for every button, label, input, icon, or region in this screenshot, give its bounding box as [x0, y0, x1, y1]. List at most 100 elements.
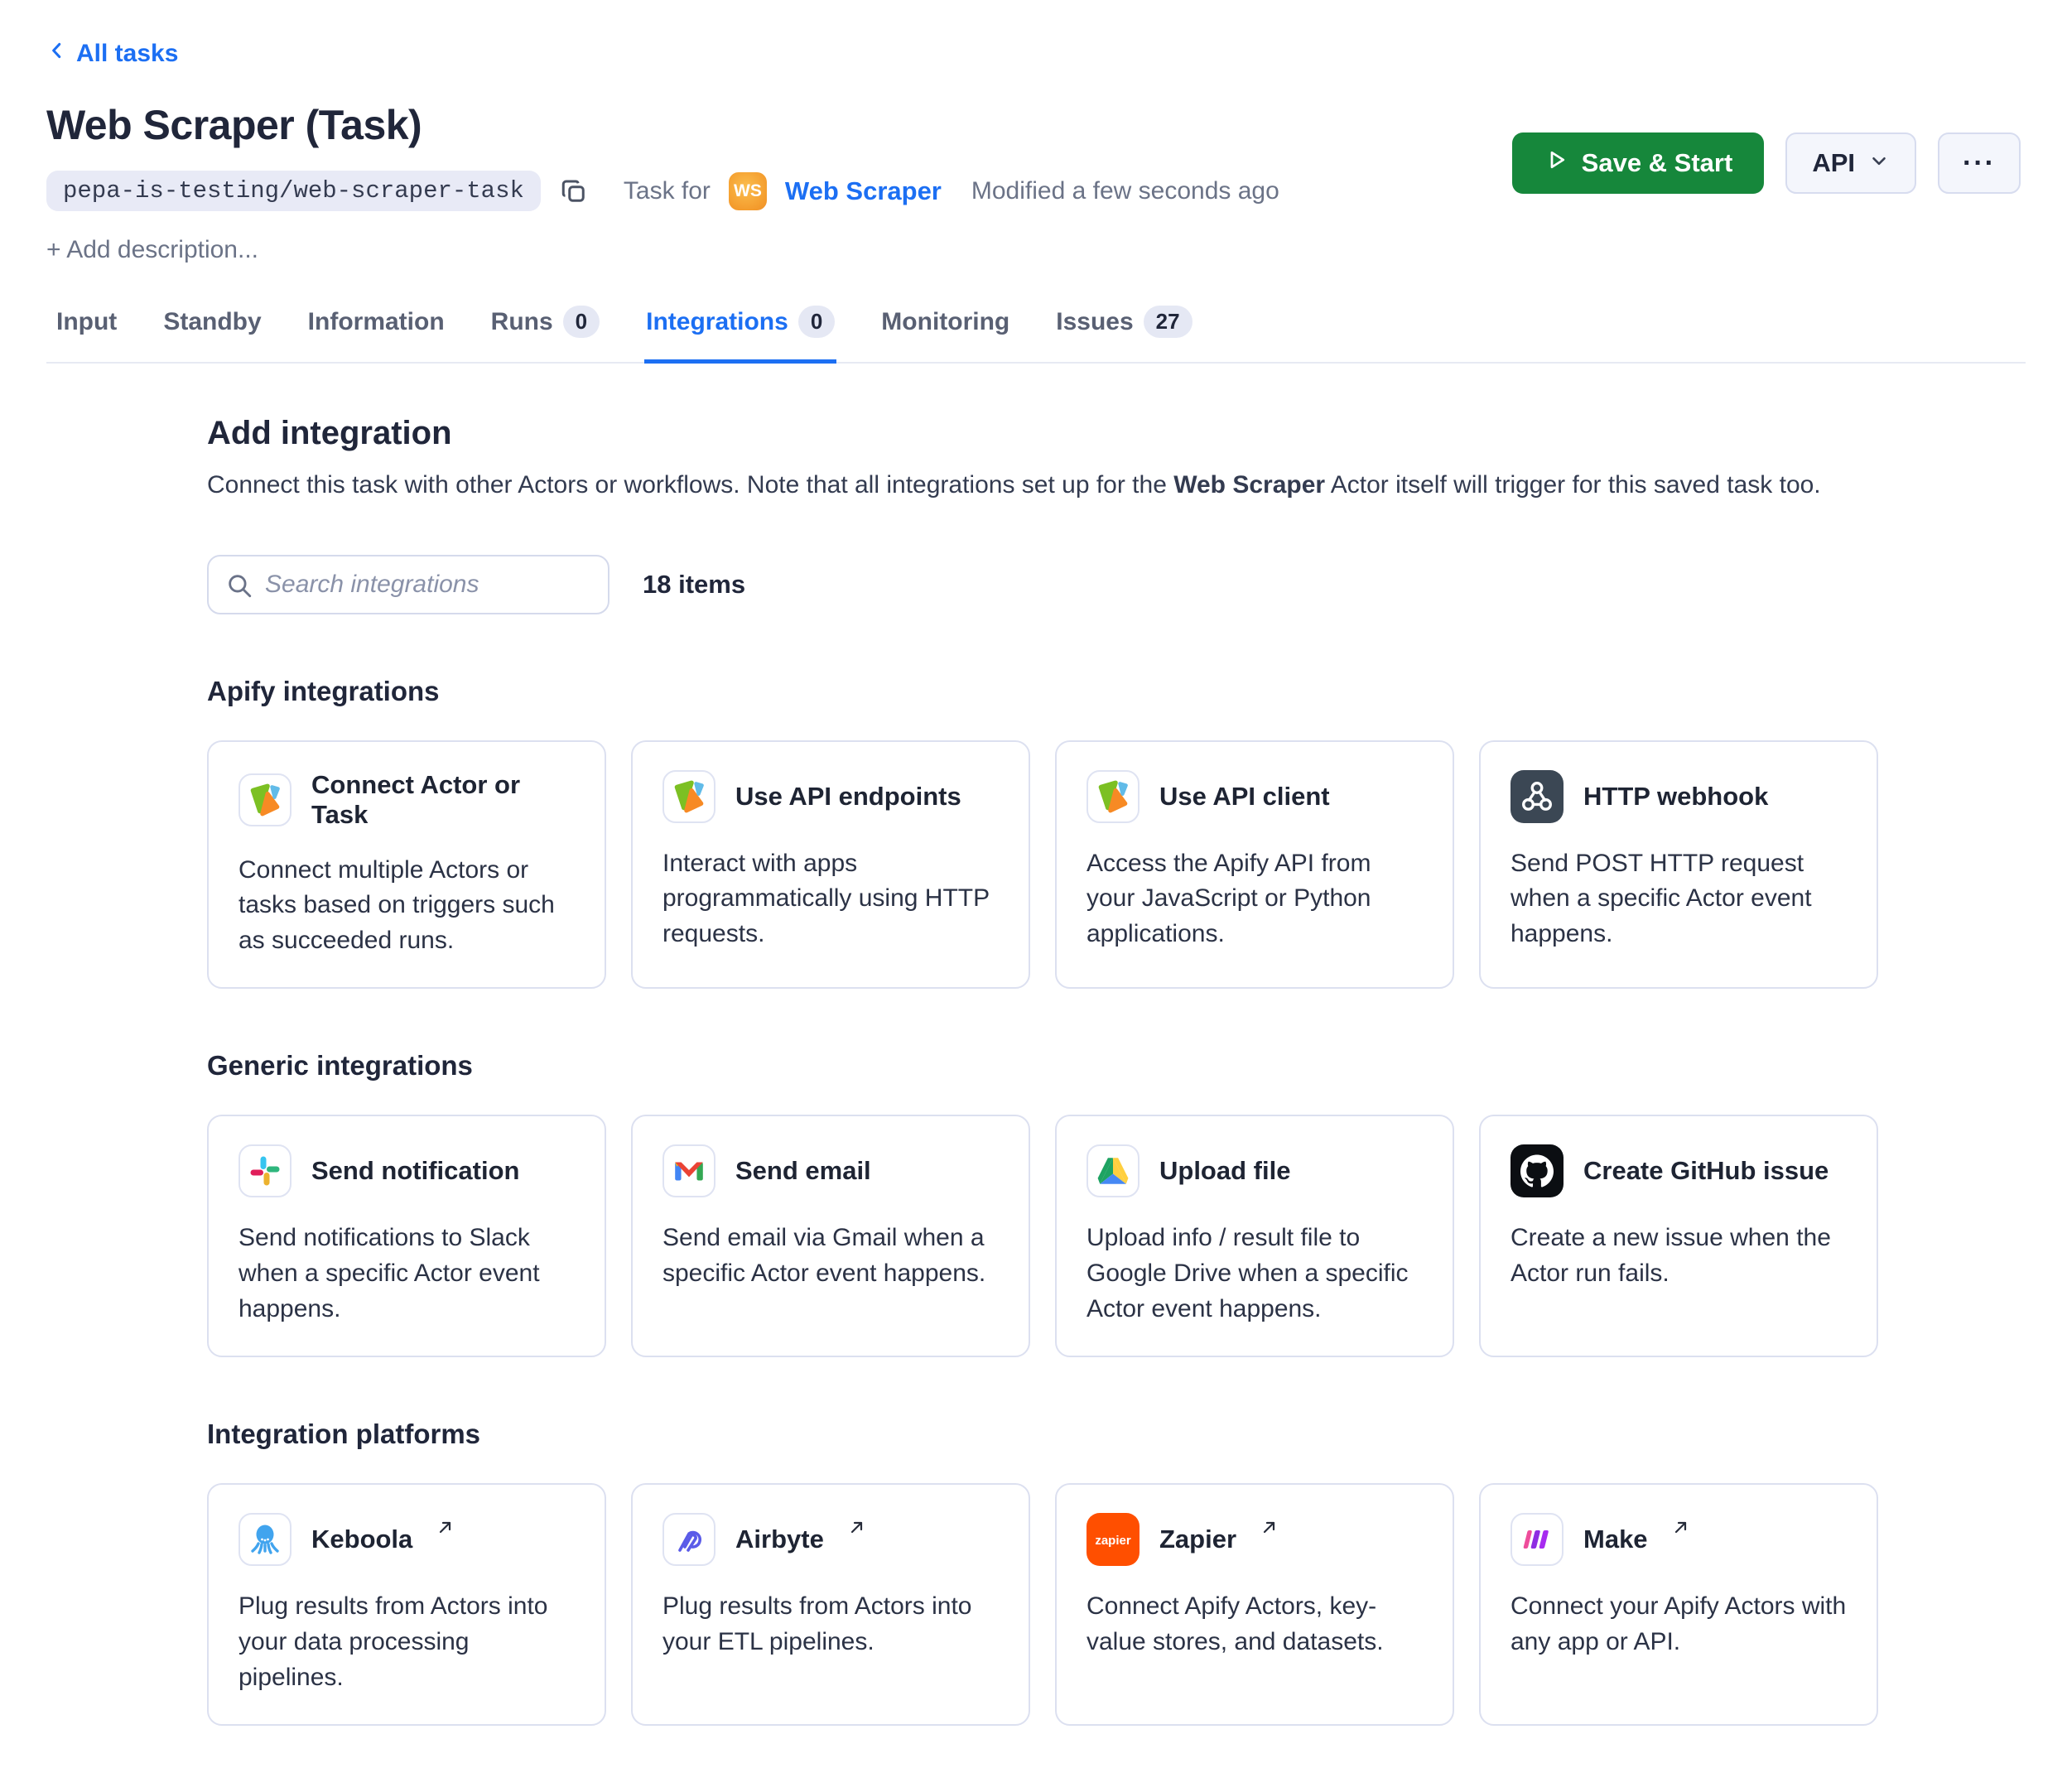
keboola-icon	[238, 1513, 292, 1566]
card-description: Plug results from Actors into your ETL p…	[662, 1589, 999, 1660]
integration-card[interactable]: Make Connect your Apify Actors with any …	[1479, 1483, 1878, 1726]
section-title: Apify integrations	[207, 676, 1878, 707]
chevron-left-icon	[46, 40, 68, 68]
api-label: API	[1812, 148, 1855, 178]
external-link-icon	[436, 1517, 455, 1541]
modified-timestamp: Modified a few seconds ago	[971, 177, 1279, 205]
integration-section: Apify integrations Connect Actor or Task…	[207, 676, 1878, 990]
integration-card[interactable]: Use API client Access the Apify API from…	[1055, 740, 1454, 990]
card-description: Plug results from Actors into your data …	[238, 1589, 575, 1696]
more-actions-button[interactable]: ···	[1938, 132, 2021, 194]
description-text: Actor itself will trigger for this saved…	[1325, 471, 1821, 499]
task-for-label: Task for	[624, 177, 711, 205]
tab-standby[interactable]: Standby	[161, 301, 263, 364]
add-integration-heading: Add integration	[207, 415, 1878, 452]
tab-issues[interactable]: Issues 27	[1054, 301, 1193, 364]
card-title: HTTP webhook	[1583, 782, 1768, 812]
card-grid: Send notification Send notifications to …	[207, 1115, 1878, 1357]
back-to-all-tasks-link[interactable]: All tasks	[46, 40, 178, 68]
card-title: Use API endpoints	[735, 782, 961, 812]
chevron-down-icon	[1868, 148, 1890, 178]
copy-icon[interactable]	[559, 176, 589, 206]
card-description: Connect Apify Actors, key-value stores, …	[1086, 1589, 1423, 1660]
svg-text:zapier: zapier	[1095, 1534, 1131, 1548]
integration-card[interactable]: Keboola Plug results from Actors into yo…	[207, 1483, 606, 1726]
task-path-badge: pepa-is-testing/web-scraper-task	[46, 171, 541, 211]
card-grid: Keboola Plug results from Actors into yo…	[207, 1483, 1878, 1726]
actor-badge-label: WS	[734, 181, 762, 201]
card-title: Create GitHub issue	[1583, 1156, 1828, 1186]
tab-integrations[interactable]: Integrations 0	[644, 301, 836, 364]
card-title: Make	[1583, 1525, 1648, 1554]
tab-information[interactable]: Information	[306, 301, 446, 364]
external-link-icon	[1260, 1517, 1279, 1541]
actor-ws-icon: WS	[729, 172, 767, 210]
tab-label: Information	[308, 308, 445, 336]
tab-count-badge: 0	[798, 306, 835, 338]
card-title: Use API client	[1159, 782, 1330, 812]
ellipsis-icon: ···	[1963, 147, 1996, 180]
description-bold-text: Web Scraper	[1173, 471, 1325, 499]
card-description: Connect your Apify Actors with any app o…	[1510, 1589, 1847, 1660]
card-description: Interact with apps programmatically usin…	[662, 846, 999, 953]
card-title: Keboola	[311, 1525, 412, 1554]
card-description: Create a new issue when the Actor run fa…	[1510, 1221, 1847, 1292]
api-dropdown-button[interactable]: API	[1785, 132, 1916, 194]
tab-label: Input	[56, 308, 117, 336]
integration-card[interactable]: Airbyte Plug results from Actors into yo…	[631, 1483, 1030, 1726]
external-link-icon	[1671, 1517, 1691, 1541]
card-description: Access the Apify API from your JavaScrip…	[1086, 846, 1423, 953]
section-title: Integration platforms	[207, 1419, 1878, 1450]
actor-link[interactable]: Web Scraper	[785, 176, 942, 206]
apify-icon	[238, 773, 292, 826]
integration-section: Generic integrations Send notification S…	[207, 1050, 1878, 1357]
card-title: Zapier	[1159, 1525, 1236, 1554]
card-description: Send POST HTTP request when a specific A…	[1510, 846, 1847, 953]
card-grid: Connect Actor or Task Connect multiple A…	[207, 740, 1878, 990]
tab-input[interactable]: Input	[55, 301, 118, 364]
integration-card[interactable]: Send notification Send notifications to …	[207, 1115, 606, 1357]
google-drive-icon	[1086, 1144, 1140, 1197]
card-description: Upload info / result file to Google Driv…	[1086, 1221, 1423, 1327]
integration-card[interactable]: Send email Send email via Gmail when a s…	[631, 1115, 1030, 1357]
search-integrations-input[interactable]	[207, 555, 610, 614]
tab-monitoring[interactable]: Monitoring	[879, 301, 1011, 364]
webhook-icon	[1510, 770, 1564, 823]
search-icon	[225, 571, 253, 604]
tab-label: Runs	[491, 308, 553, 336]
save-and-start-label: Save & Start	[1582, 148, 1733, 178]
card-description: Send email via Gmail when a specific Act…	[662, 1221, 999, 1292]
integration-card[interactable]: Use API endpoints Interact with apps pro…	[631, 740, 1030, 990]
add-description-button[interactable]: + Add description...	[46, 236, 2026, 264]
integrations-panel: Add integration Connect this task with o…	[207, 415, 1878, 1726]
external-link-icon	[847, 1517, 867, 1541]
description-text: Connect this task with other Actors or w…	[207, 471, 1173, 499]
card-title: Connect Actor or Task	[311, 770, 575, 830]
tab-label: Standby	[163, 308, 261, 336]
task-detail-page: All tasks Web Scraper (Task) pepa-is-tes…	[0, 0, 2067, 1792]
card-title: Airbyte	[735, 1525, 824, 1554]
tab-label: Integrations	[646, 308, 788, 336]
integration-card[interactable]: Connect Actor or Task Connect multiple A…	[207, 740, 606, 990]
section-title: Generic integrations	[207, 1050, 1878, 1081]
apify-icon	[662, 770, 716, 823]
card-description: Connect multiple Actors or tasks based o…	[238, 853, 575, 960]
apify-icon	[1086, 770, 1140, 823]
tab-runs[interactable]: Runs 0	[489, 301, 601, 364]
integration-card[interactable]: Upload file Upload info / result file to…	[1055, 1115, 1454, 1357]
integration-card[interactable]: zapier Zapier Connect Apify Actors, key-…	[1055, 1483, 1454, 1726]
tab-label: Monitoring	[881, 308, 1009, 336]
integration-section: Integration platforms Keboola Plug res	[207, 1419, 1878, 1726]
slack-icon	[238, 1144, 292, 1197]
play-icon	[1544, 147, 1568, 179]
make-icon	[1510, 1513, 1564, 1566]
integration-card[interactable]: HTTP webhook Send POST HTTP request when…	[1479, 740, 1878, 990]
tab-bar: Input Standby Information Runs 0 Integra…	[46, 301, 2026, 364]
integration-card[interactable]: Create GitHub issue Create a new issue w…	[1479, 1115, 1878, 1357]
card-title: Send email	[735, 1156, 871, 1186]
add-integration-description: Connect this task with other Actors or w…	[207, 467, 1878, 503]
back-link-label: All tasks	[76, 40, 178, 68]
tab-count-badge: 0	[563, 306, 600, 338]
save-and-start-button[interactable]: Save & Start	[1512, 132, 1765, 194]
card-description: Send notifications to Slack when a speci…	[238, 1221, 575, 1327]
